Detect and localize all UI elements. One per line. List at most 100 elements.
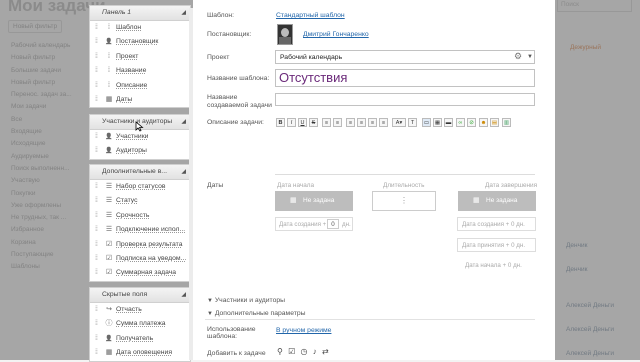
field-item-аудиторы[interactable]: ⁞⁞ 👤 Аудиторы [90,144,190,158]
person-tag-icon[interactable]: ☻ [479,118,488,127]
link-icon[interactable]: ∞ [456,118,465,127]
collapse-icon[interactable]: ◢ [181,115,186,129]
unlink-icon[interactable]: ⊘ [467,118,476,127]
bullet-list-icon[interactable]: ≡ [333,118,342,127]
field-item-проект[interactable]: ⁞⁞ ⁞ Проект [90,50,190,64]
end-start-option[interactable]: Дата начала + 0 дн. [465,262,522,269]
field-item-проверка-результата[interactable]: ⁞⁞ ☑ Проверка результата [90,238,190,252]
drag-handle-icon[interactable]: ⁞⁞ [95,346,98,360]
date-end-button[interactable]: ▦ Не задана [458,191,536,211]
field-item-получатель[interactable]: ⁞⁞ 👤 Получатель [90,332,190,346]
drag-handle-icon[interactable]: ⁞⁞ [95,50,98,64]
field-item-отчасть[interactable]: ⁞⁞ ↪ Отчасть [90,303,190,317]
strike-icon[interactable]: S [309,118,318,127]
image-icon[interactable]: ▭ [422,118,431,127]
end-accepted-option[interactable]: Дата принятия + 0 дн. [457,238,536,252]
section-label: Дополнительные параметры [214,310,306,317]
attach-file-icon[interactable]: ▤ [490,118,499,127]
participants-section[interactable]: ▼ Участники и аудиторы [207,297,285,304]
field-item-участники[interactable]: ⁞⁞ 👤 Участники [90,130,190,144]
clock-icon[interactable]: ◷ [301,347,308,356]
field-item-название[interactable]: ⁞⁞ ⁞ Название [90,64,190,78]
field-item-постановщик[interactable]: ⁞⁞ 👤 Постановщик [90,35,190,49]
paperclip-icon[interactable]: ⚲ [277,347,283,356]
project-select[interactable]: Рабочий календарь ⚙ ▼ [275,50,535,64]
panel-header[interactable]: Скрытые поля ◢ [90,288,190,303]
additional-section[interactable]: ▼ Дополнительные параметры [207,310,306,317]
task-name-input[interactable] [275,93,535,106]
field-item-статус[interactable]: ⁞⁞ ☰ Статус [90,194,190,208]
field-item-суммарная-задача[interactable]: ⁞⁞ ☑ Суммарная задача [90,266,190,280]
drag-handle-icon[interactable]: ⁞⁞ [95,64,98,78]
align-justify-icon[interactable]: ≡ [379,118,388,127]
drag-handle-icon[interactable]: ⁞⁞ [95,332,98,346]
drag-handle-icon[interactable]: ⁞⁞ [95,223,98,237]
duration-field[interactable]: ⋮ [372,191,436,211]
field-item-label: Набор статусов [116,183,166,190]
field-item-шаблон[interactable]: ⁞⁞ ⁞ Шаблон [90,21,190,35]
drag-handle-icon[interactable]: ⁞⁞ [95,317,98,331]
align-left-icon[interactable]: ≡ [346,118,355,127]
checklist-icon[interactable]: ☑ [288,347,295,356]
field-item-дата-оповещения[interactable]: ⁞⁞ ▦ Дата оповещения [90,346,190,360]
field-item-набор-статусов[interactable]: ⁞⁞ ☰ Набор статусов [90,180,190,194]
align-center-icon[interactable]: ≡ [357,118,366,127]
field-item-описание[interactable]: ⁞⁞ ⁞ Описание [90,79,190,93]
end-created-option[interactable]: Дата создания + 0 дн. [457,217,536,231]
collapse-icon[interactable]: ◢ [181,6,186,20]
description-editor[interactable] [275,132,535,175]
drag-handle-icon[interactable]: ⁞⁞ [95,266,98,280]
field-item-даты[interactable]: ⁞⁞ ▦ Даты [90,93,190,107]
drag-handle-icon[interactable]: ⁞⁞ [95,21,98,35]
panel-header[interactable]: Панель 1 ◢ [90,6,190,21]
drag-handle-icon[interactable]: ⁞⁞ [95,130,98,144]
panel-hidden-fields: Скрытые поля ◢ ⁞⁞ ↪ Отчасть ⁞⁞ ⓘ Сумма платежа… [89,287,191,362]
creator-link[interactable]: Дмитрий Гончаренко [303,31,369,38]
font-size-icon[interactable]: T [408,118,417,127]
drag-handle-icon[interactable]: ⁞⁞ [95,79,98,93]
field-item-label: Получатель [116,334,154,342]
drag-handle-icon[interactable]: ⁞⁞ [95,35,98,49]
days-offset-input[interactable]: 0 [327,219,339,229]
drag-handle-icon[interactable]: ⁞⁞ [95,93,98,107]
drag-handle-icon[interactable]: ⁞⁞ [95,303,98,317]
drag-handle-icon[interactable]: ⁞⁞ [95,238,98,252]
drag-handle-icon[interactable]: ⁞⁞ [95,252,98,266]
drag-handle-icon[interactable]: ⁞⁞ [95,209,98,223]
video-icon[interactable]: ▬ [444,118,453,127]
italic-icon[interactable]: I [287,118,296,127]
file-icon[interactable]: ▥ [502,118,511,127]
field-item-сумма-платежа[interactable]: ⁞⁞ ⓘ Сумма платежа [90,317,190,331]
grip-icon: ⁞ [108,67,110,75]
drag-handle-icon[interactable]: ⁞⁞ [95,180,98,194]
usage-mode-link[interactable]: В ручном режиме [276,327,331,334]
list-icon: ☰ [105,197,113,205]
text-color-icon[interactable]: A▾ [392,118,406,127]
creator-label: Постановщик: [207,31,252,38]
task-name-label-2: создаваемой задачи [207,102,272,109]
numbered-list-icon[interactable]: ≡ [322,118,331,127]
date-start-button[interactable]: ▦ Не задана [275,191,353,211]
field-item-подписка-на-уведом[interactable]: ⁞⁞ ☑ Подписка на уведом... [90,252,190,266]
align-right-icon[interactable]: ≡ [368,118,377,127]
repeat-icon[interactable]: ⇄ [322,347,329,356]
collapse-icon[interactable]: ◢ [181,288,186,302]
drag-handle-icon[interactable]: ⁞⁞ [95,144,98,158]
field-item-подключение-испол[interactable]: ⁞⁞ ☰ Подключение испол... [90,223,190,237]
calendar-icon: ▦ [473,197,480,204]
table-icon[interactable]: ▦ [433,118,442,127]
template-link[interactable]: Стандартный шаблон [276,12,345,19]
chevron-down-icon[interactable]: ▼ [527,54,533,60]
project-label: Проект [207,54,230,61]
collapse-icon[interactable]: ◢ [181,165,186,179]
bold-icon[interactable]: B [276,118,285,127]
drag-handle-icon[interactable]: ⁞⁞ [95,194,98,208]
gear-icon[interactable]: ⚙ [514,51,522,62]
list-icon: ☰ [105,226,113,234]
panel-items: ⁞⁞ 👤 Участники ⁞⁞ 👤 Аудиторы [90,130,190,159]
template-name-input[interactable]: Отсутствия [275,69,535,87]
bell-icon[interactable]: ♪ [313,347,317,356]
underline-icon[interactable]: U [298,118,307,127]
field-item-срочность[interactable]: ⁞⁞ ☰ Срочность [90,209,190,223]
panel-header[interactable]: Дополнительные в... ◢ [90,165,190,180]
